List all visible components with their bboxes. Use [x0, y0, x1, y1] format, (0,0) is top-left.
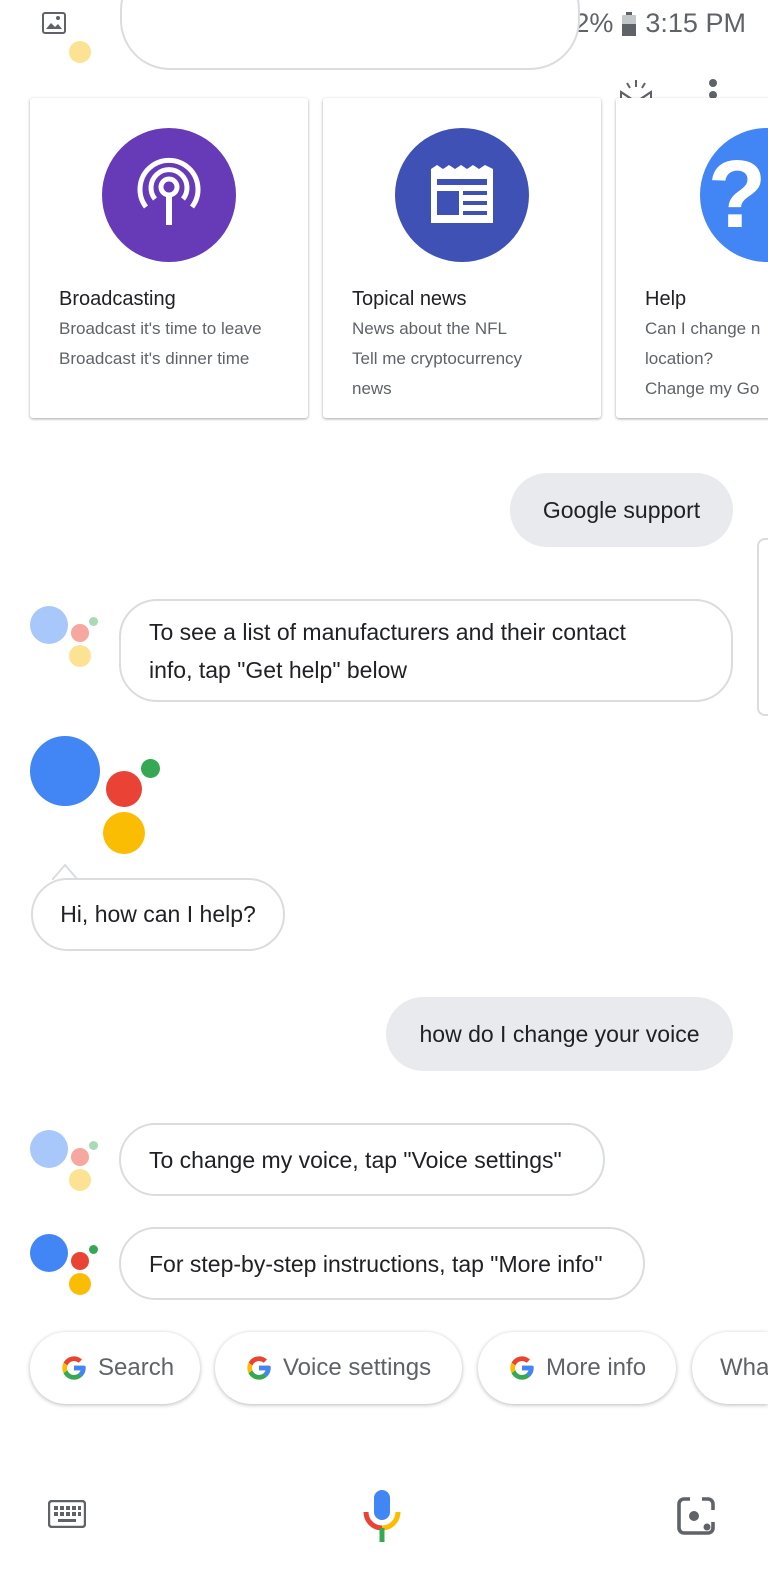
microphone-icon[interactable]: [362, 1488, 402, 1544]
card-broadcasting[interactable]: Broadcasting Broadcast it's time to leav…: [30, 98, 308, 418]
assistant-message-line: info, tap "Get help" below: [149, 656, 407, 683]
chip-search[interactable]: Search: [30, 1332, 200, 1404]
card-line[interactable]: News about the NFL: [352, 314, 602, 344]
chip-label: Search: [98, 1354, 175, 1381]
card-line[interactable]: Broadcast it's dinner time: [59, 344, 309, 374]
card-line[interactable]: Change my Go: [645, 374, 768, 404]
card-line[interactable]: Broadcast it's time to leave: [59, 314, 309, 344]
assistant-dot-yellow: [69, 41, 91, 63]
google-g-icon: [247, 1356, 271, 1380]
clock: 3:15 PM: [645, 8, 746, 38]
chip-more-info[interactable]: More info: [478, 1332, 676, 1404]
assistant-dots-icon: [28, 1232, 98, 1302]
assistant-message: To see a list of manufacturers and their…: [119, 599, 733, 702]
lens-icon[interactable]: [676, 1496, 716, 1536]
assistant-message: For step-by-step instructions, tap "More…: [119, 1227, 645, 1300]
broadcast-icon: [102, 128, 236, 262]
card-line[interactable]: Tell me cryptocurrency: [352, 344, 602, 374]
google-g-icon: [510, 1356, 534, 1380]
previous-bubble: [120, 0, 580, 70]
chip-label: More info: [546, 1354, 647, 1381]
battery-icon: [622, 11, 637, 36]
assistant-greeting: Hi, how can I help?: [31, 878, 285, 951]
assistant-message: To change my voice, tap "Voice settings": [119, 1123, 605, 1196]
card-topical-news[interactable]: Topical news News about the NFL Tell me …: [323, 98, 601, 418]
side-panel-edge: [757, 538, 768, 716]
google-g-icon: [62, 1356, 86, 1380]
assistant-dots-icon: [28, 1128, 98, 1198]
assistant-dots-icon: [28, 604, 98, 674]
card-lines: News about the NFL Tell me cryptocurrenc…: [352, 314, 602, 404]
card-title: Help: [645, 288, 687, 310]
card-line[interactable]: Can I change n: [645, 314, 768, 344]
gallery-notification-icon: [42, 12, 66, 34]
newspaper-icon: [395, 128, 529, 262]
assistant-screen: 4G 42% 3:15 PM: [0, 0, 768, 1579]
assistant-logo-icon: [28, 734, 163, 859]
card-line[interactable]: news: [352, 374, 602, 404]
chip-label: Voice settings: [283, 1354, 432, 1381]
user-message: how do I change your voice: [386, 997, 733, 1071]
keyboard-icon[interactable]: [48, 1500, 86, 1528]
card-help[interactable]: ? Help Can I change n location? Change m…: [616, 98, 768, 418]
user-message: Google support: [510, 473, 733, 547]
assistant-message-line: To see a list of manufacturers and their…: [149, 618, 626, 645]
chip-label: Wha: [720, 1354, 768, 1381]
chip-voice-settings[interactable]: Voice settings: [215, 1332, 462, 1404]
card-title: Broadcasting: [59, 288, 176, 310]
card-title: Topical news: [352, 288, 467, 310]
chip-what[interactable]: Wha: [692, 1332, 768, 1404]
card-lines: Broadcast it's time to leave Broadcast i…: [59, 314, 309, 374]
card-line[interactable]: location?: [645, 344, 768, 374]
card-lines: Can I change n location? Change my Go: [645, 314, 768, 404]
help-icon: ?: [700, 128, 768, 262]
